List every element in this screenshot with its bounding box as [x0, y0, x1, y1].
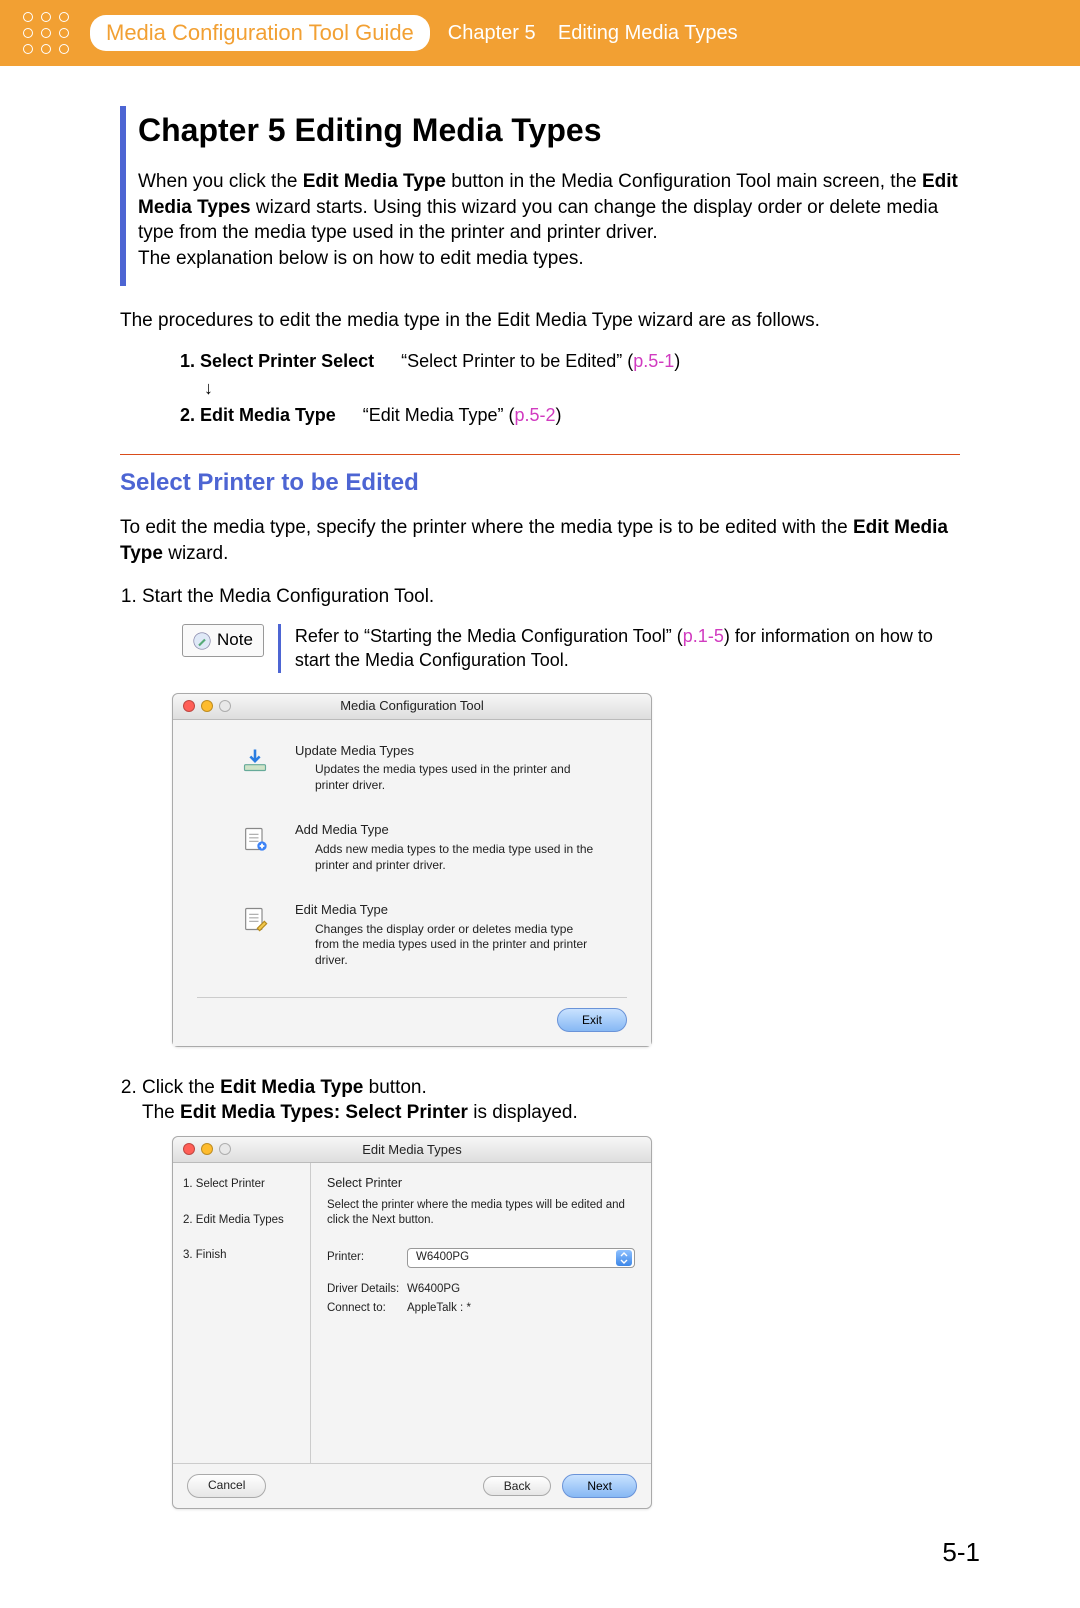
down-arrow-icon: ↓: [204, 378, 960, 399]
section-title: Select Printer to be Edited: [120, 469, 960, 497]
next-button[interactable]: Next: [562, 1474, 637, 1498]
edit-media-types-window: Edit Media Types 1. Select Printer 2. Ed…: [172, 1136, 652, 1509]
media-config-tool-window: Media Configuration Tool Update Media Ty…: [172, 693, 652, 1047]
sidebar-step-1: 1. Select Printer: [183, 1177, 300, 1193]
printer-dropdown[interactable]: W6400PG: [407, 1248, 635, 1268]
link-p5-2[interactable]: p.5-2: [514, 405, 555, 425]
step-2: Click the Edit Media Type button. The Ed…: [142, 1075, 960, 1509]
printer-field: Printer: W6400PG: [327, 1248, 635, 1268]
step-list: Start the Media Configuration Tool. Note…: [142, 584, 960, 1509]
section-divider: [120, 454, 960, 455]
edit-document-icon: [237, 901, 273, 937]
note-separator: [278, 624, 281, 673]
link-p1-5[interactable]: p.1-5: [683, 626, 724, 646]
traffic-lights-icon: [183, 1143, 231, 1155]
page: Media Configuration Tool Guide Chapter 5…: [0, 0, 1080, 1608]
step-1: Start the Media Configuration Tool. Note…: [142, 584, 960, 1046]
panel-header: Select Printer: [327, 1175, 635, 1192]
pencil-icon: [193, 632, 211, 650]
connect-to-row: Connect to: AppleTalk : *: [327, 1301, 635, 1317]
driver-details-row: Driver Details: W6400PG: [327, 1282, 635, 1298]
minimize-icon[interactable]: [201, 1143, 213, 1155]
window-title: Edit Media Types: [173, 1141, 651, 1159]
nav-dots-icon: [0, 0, 80, 66]
close-icon[interactable]: [183, 700, 195, 712]
breadcrumb-chapter: Chapter 5: [448, 22, 536, 44]
edit-media-type-row[interactable]: Edit Media Type Changes the display orde…: [197, 901, 627, 968]
chevron-updown-icon: [616, 1250, 632, 1266]
download-icon: [237, 742, 273, 778]
chapter-title: Chapter 5 Editing Media Types: [138, 112, 960, 149]
chapter-intro: When you click the Edit Media Type butto…: [138, 169, 960, 272]
panel-instruction: Select the printer where the media types…: [327, 1198, 635, 1228]
procedure-list: 1. Select Printer Select “Select Printer…: [180, 351, 960, 426]
note-badge: Note: [182, 624, 264, 657]
note-block: Note Refer to “Starting the Media Config…: [182, 624, 960, 673]
zoom-icon[interactable]: [219, 700, 231, 712]
breadcrumb: Chapter 5 Editing Media Types: [448, 22, 738, 45]
content: Chapter 5 Editing Media Types When you c…: [120, 106, 960, 1509]
window-titlebar: Media Configuration Tool: [173, 694, 651, 720]
link-p5-1[interactable]: p.5-1: [633, 351, 674, 371]
wizard-main: Select Printer Select the printer where …: [311, 1163, 651, 1463]
close-icon[interactable]: [183, 1143, 195, 1155]
guide-title-pill: Media Configuration Tool Guide: [90, 15, 430, 51]
procedure-item-1: 1. Select Printer Select “Select Printer…: [180, 351, 960, 372]
wizard-footer: Cancel Back Next: [173, 1463, 651, 1508]
zoom-icon[interactable]: [219, 1143, 231, 1155]
chapter-header: Chapter 5 Editing Media Types When you c…: [120, 106, 960, 286]
window-title: Media Configuration Tool: [173, 697, 651, 715]
minimize-icon[interactable]: [201, 700, 213, 712]
sidebar-step-3: 3. Finish: [183, 1248, 300, 1264]
procedures-lead: The procedures to edit the media type in…: [120, 308, 960, 334]
add-document-icon: [237, 821, 273, 857]
wizard-sidebar: 1. Select Printer 2. Edit Media Types 3.…: [173, 1163, 311, 1463]
traffic-lights-icon: [183, 700, 231, 712]
add-media-type-row[interactable]: Add Media Type Adds new media types to t…: [197, 821, 627, 873]
breadcrumb-title: Editing Media Types: [558, 22, 738, 44]
window-titlebar: Edit Media Types: [173, 1137, 651, 1163]
top-bar: Media Configuration Tool Guide Chapter 5…: [0, 0, 1080, 66]
section-lead: To edit the media type, specify the prin…: [120, 515, 960, 566]
sidebar-step-2: 2. Edit Media Types: [183, 1213, 300, 1229]
cancel-button[interactable]: Cancel: [187, 1474, 266, 1498]
update-media-types-row[interactable]: Update Media Types Updates the media typ…: [197, 742, 627, 794]
procedure-item-2: 2. Edit Media Type “Edit Media Type” (p.…: [180, 405, 960, 426]
note-text: Refer to “Starting the Media Configurati…: [295, 624, 960, 673]
exit-button[interactable]: Exit: [557, 1008, 627, 1032]
back-button[interactable]: Back: [483, 1476, 552, 1496]
page-number: 5-1: [0, 1537, 980, 1568]
